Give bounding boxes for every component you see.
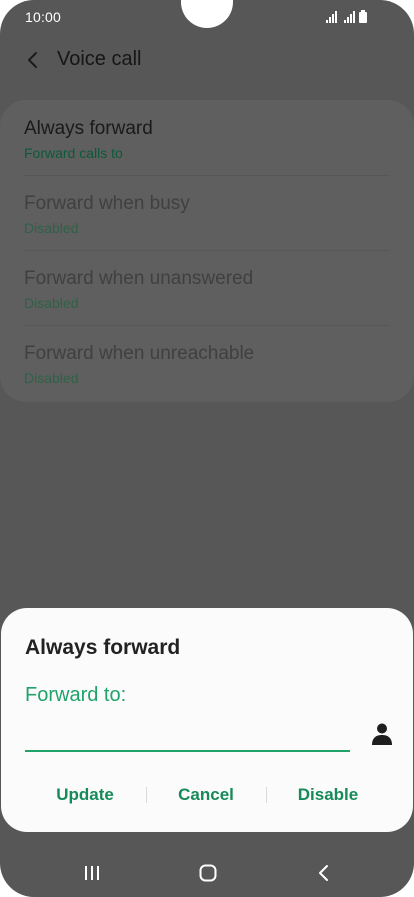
setting-forward-when-unanswered[interactable]: Forward when unanswered Disabled (0, 250, 414, 326)
home-icon[interactable] (197, 862, 219, 884)
disable-button[interactable]: Disable (267, 780, 389, 810)
setting-forward-when-busy[interactable]: Forward when busy Disabled (0, 175, 414, 251)
dialog-title: Always forward (25, 636, 181, 659)
camera-notch (181, 0, 233, 28)
cancel-button[interactable]: Cancel (147, 780, 265, 810)
setting-forward-when-unreachable[interactable]: Forward when unreachable Disabled (0, 325, 414, 400)
setting-always-forward[interactable]: Always forward Forward calls to (0, 100, 414, 176)
battery-icon (359, 10, 367, 23)
status-bar: 10:00 (0, 0, 414, 34)
setting-subtitle: Forward calls to (24, 145, 123, 161)
setting-title: Forward when unanswered (24, 268, 254, 289)
status-icons (326, 10, 367, 23)
setting-title: Forward when unreachable (24, 343, 255, 364)
update-button[interactable]: Update (25, 780, 145, 810)
chevron-left-icon[interactable] (22, 49, 44, 71)
settings-card: Always forward Forward calls to Forward … (0, 100, 414, 402)
navigation-bar (0, 850, 414, 897)
forward-number-input[interactable] (25, 716, 350, 752)
app-bar: Voice call (0, 40, 414, 84)
person-icon[interactable] (371, 722, 393, 746)
forward-to-label: Forward to: (25, 684, 127, 706)
recent-apps-icon[interactable] (81, 862, 103, 884)
setting-subtitle: Disabled (24, 220, 79, 236)
page-title: Voice call (57, 48, 142, 70)
setting-title: Always forward (24, 118, 153, 139)
signal-sim1-icon (326, 11, 337, 23)
signal-sim2-icon (344, 11, 355, 23)
forward-dialog: Always forward Forward to: Update Cancel… (1, 608, 413, 832)
setting-subtitle: Disabled (24, 295, 79, 311)
back-icon[interactable] (313, 862, 335, 884)
setting-subtitle: Disabled (24, 370, 79, 386)
setting-title: Forward when busy (24, 193, 190, 214)
status-time: 10:00 (25, 9, 62, 25)
phone-screen: 10:00 Voice call Always forward Forward … (0, 0, 414, 897)
